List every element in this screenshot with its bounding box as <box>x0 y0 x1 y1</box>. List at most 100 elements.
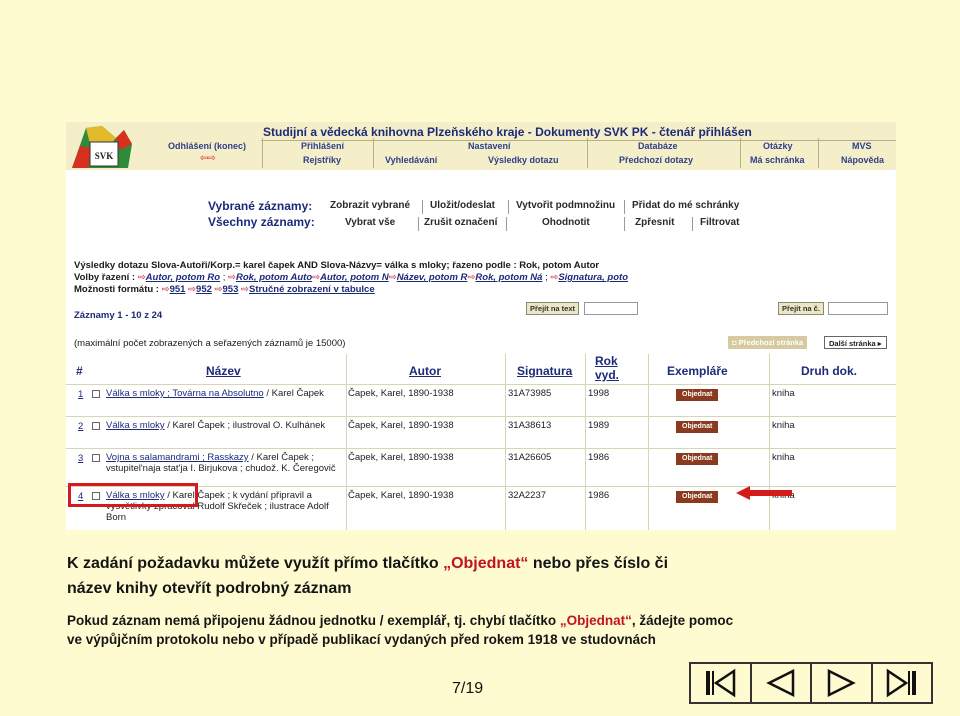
create-subset-button[interactable]: Vytvořit podmnožinu <box>516 200 615 211</box>
record-author: Čapek, Karel, 1890-1938 <box>348 388 454 399</box>
nav-divider <box>818 138 819 168</box>
highlight-box <box>68 483 198 507</box>
nav-search[interactable]: Vyhledávání <box>385 155 437 165</box>
svg-text:SVK: SVK <box>95 151 114 161</box>
max-records-note: (maximální počet zobrazených a seřazenýc… <box>74 338 346 349</box>
record-title-link[interactable]: Válka s mloky <box>106 420 165 431</box>
col-year-1[interactable]: Rok <box>595 354 618 368</box>
record-number-link[interactable]: 3 <box>78 453 83 464</box>
nav-questions[interactable]: Otázky <box>763 141 793 151</box>
sort-signature-link[interactable]: Signatura, poto <box>558 272 628 283</box>
action-divider <box>508 200 509 214</box>
nav-indexes[interactable]: Rejstříky <box>303 155 341 165</box>
last-slide-button[interactable] <box>873 664 932 702</box>
record-doc-type: kniha <box>772 452 795 463</box>
col-year-2[interactable]: vyd. <box>595 368 619 382</box>
slide-body-line2: ve výpůjčním protokolu nebo v případě pu… <box>67 632 656 647</box>
last-slide-icon <box>886 668 916 698</box>
refine-button[interactable]: Zpřesnit <box>635 217 674 228</box>
col-doc-type: Druh dok. <box>801 364 857 378</box>
next-slide-icon <box>828 668 857 698</box>
nav-divider <box>262 138 263 168</box>
next-slide-button[interactable] <box>812 664 873 702</box>
col-title[interactable]: Název <box>206 364 241 378</box>
row-divider <box>66 448 896 449</box>
slide-body-line1: Pokud záznam nemá připojenu žádnou jedno… <box>67 613 734 628</box>
nav-results[interactable]: Výsledky dotazu <box>488 155 559 165</box>
library-header: SVK Studijní a vědecká knihovna Plzeňské… <box>66 122 896 170</box>
format-table-link[interactable]: Stručné zobrazení v tabulce <box>249 284 375 295</box>
record-title-link[interactable]: Vojna s salamandrami ; Rasskazy <box>106 452 249 463</box>
nav-history[interactable]: Předchozí dotazy <box>619 155 693 165</box>
action-divider <box>418 217 419 231</box>
format-953-link[interactable]: 953 <box>223 284 239 295</box>
select-all-button[interactable]: Vybrat vše <box>345 217 395 228</box>
record-number-link[interactable]: 1 <box>78 389 83 400</box>
nav-ill[interactable]: MVS <box>852 141 872 151</box>
nav-settings[interactable]: Nastavení <box>468 141 511 151</box>
prev-slide-button[interactable] <box>752 664 812 702</box>
app-title: Studijní a vědecká knihovna Plzeňského k… <box>263 125 752 139</box>
goto-page-input[interactable] <box>828 302 888 315</box>
page-number: 7/19 <box>452 680 484 697</box>
sort-author-title-link[interactable]: Autor, potom N <box>320 272 389 283</box>
records-count: Záznamy 1 - 10 z 24 <box>74 310 163 321</box>
slide-navigation <box>689 662 933 704</box>
nav-divider <box>373 138 374 168</box>
record-signature: 31A26605 <box>508 452 552 463</box>
red-arrows-icon: ⇦⇨ <box>200 153 216 164</box>
order-button[interactable]: Objednat <box>676 389 719 401</box>
nav-login[interactable]: Přihlášení <box>301 141 344 151</box>
goto-record-button[interactable]: Přejít na text <box>526 302 580 315</box>
slide-heading-line2: název knihy otevřít podrobný záznam <box>67 580 352 597</box>
record-title: Válka s mloky ; Továrna na Absolutno / K… <box>106 388 324 399</box>
sort-title-year-link[interactable]: Název, potom R <box>397 272 468 283</box>
record-checkbox[interactable] <box>92 390 100 398</box>
record-title-link[interactable]: Válka s mloky ; Továrna na Absolutno <box>106 388 264 399</box>
all-records-label: Všechny záznamy: <box>208 215 315 229</box>
nav-help[interactable]: Nápověda <box>841 155 884 165</box>
save-send-button[interactable]: Uložit/odeslat <box>430 200 495 211</box>
format-952-link[interactable]: 952 <box>196 284 212 295</box>
sort-year-title-link[interactable]: Rok, potom Ná <box>475 272 542 283</box>
sort-author-year-link[interactable]: Autor, potom Ro <box>146 272 220 283</box>
record-checkbox[interactable] <box>92 454 100 462</box>
filter-button[interactable]: Filtrovat <box>700 217 739 228</box>
record-number-link[interactable]: 2 <box>78 421 83 432</box>
nav-logout[interactable]: Odhlášení (konec) <box>168 141 246 151</box>
col-author[interactable]: Autor <box>409 364 441 378</box>
order-button[interactable]: Objednat <box>676 421 719 433</box>
record-signature: 32A2237 <box>508 490 547 501</box>
record-signature: 31A73985 <box>508 388 552 399</box>
goto-page-button[interactable]: Přejít na č. <box>778 302 824 315</box>
record-signature: 31A38613 <box>508 420 552 431</box>
order-button[interactable]: Objednat <box>676 491 719 503</box>
next-page-button[interactable]: Další stránka ▸ <box>824 336 887 349</box>
header-rule <box>261 140 896 141</box>
sort-options: Volby řazení : ⇨Autor, potom Ro ; ⇨Rok, … <box>74 272 628 283</box>
action-divider <box>692 217 693 231</box>
record-year: 1986 <box>588 490 610 501</box>
table-row: 3 Vojna s salamandrami ; Rasskazy / Kare… <box>66 450 896 486</box>
col-signature[interactable]: Signatura <box>517 364 572 378</box>
prev-page-button[interactable]: ◘ Předchozí stránka <box>728 336 808 349</box>
slide-heading-line1: K zadání požadavku můžete využít přímo t… <box>67 555 669 572</box>
first-slide-button[interactable] <box>691 664 752 702</box>
first-slide-icon <box>706 668 736 698</box>
sort-year-author-link[interactable]: Rok, potom Auto <box>236 272 312 283</box>
order-button[interactable]: Objednat <box>676 453 719 465</box>
record-checkbox[interactable] <box>92 422 100 430</box>
show-selected-button[interactable]: Zobrazit vybrané <box>330 200 410 211</box>
nav-databases[interactable]: Databáze <box>638 141 678 151</box>
record-title: Válka s mloky / Karel Čapek ; ilustroval… <box>106 420 326 431</box>
nav-divider <box>587 138 588 168</box>
table-row: 1 Válka s mloky ; Továrna na Absolutno /… <box>66 386 896 416</box>
clear-selection-button[interactable]: Zrušit označení <box>424 217 497 228</box>
goto-record-input[interactable] <box>584 302 638 315</box>
red-arrow-icon <box>736 486 792 500</box>
rate-button[interactable]: Ohodnotit <box>542 217 590 228</box>
prev-slide-icon <box>765 668 794 698</box>
nav-basket[interactable]: Má schránka <box>750 155 805 165</box>
add-to-basket-button[interactable]: Přidat do mé schránky <box>632 200 739 211</box>
format-951-link[interactable]: 951 <box>170 284 186 295</box>
